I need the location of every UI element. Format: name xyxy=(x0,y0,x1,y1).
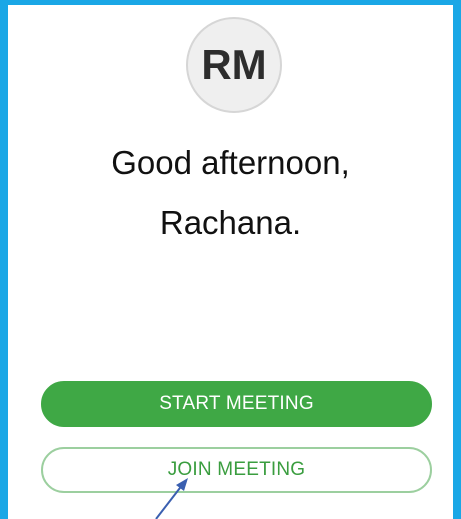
avatar[interactable]: RM xyxy=(186,17,282,113)
greeting-text: Good afternoon, Rachana. xyxy=(8,133,453,253)
avatar-initials: RM xyxy=(201,41,267,88)
start-meeting-label: START MEETING xyxy=(159,393,314,414)
start-meeting-button[interactable]: START MEETING xyxy=(41,381,432,427)
join-meeting-button[interactable]: JOIN MEETING xyxy=(41,447,432,493)
greeting-line-2: Rachana. xyxy=(159,204,302,241)
home-screen: RM Good afternoon, Rachana. START MEETIN… xyxy=(8,5,453,519)
join-meeting-label: JOIN MEETING xyxy=(167,459,306,480)
greeting-line-1: Good afternoon, xyxy=(111,144,350,181)
